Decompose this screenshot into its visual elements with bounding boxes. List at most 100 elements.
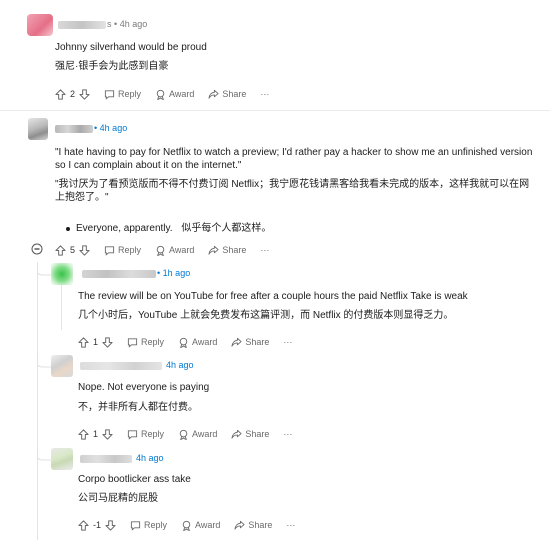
avatar[interactable] [51, 355, 73, 377]
more-options-button[interactable]: ··· [260, 245, 269, 255]
downvote-icon[interactable] [102, 336, 113, 348]
username-blurred[interactable] [82, 270, 156, 278]
downvote-icon[interactable] [105, 519, 116, 531]
award-icon [155, 245, 166, 256]
timestamp[interactable]: 1h ago [163, 268, 191, 278]
reply-button[interactable]: Reply [104, 89, 141, 100]
reply-label: Reply [141, 429, 165, 439]
more-options-button[interactable]: ··· [260, 89, 269, 99]
thread-connector [37, 262, 51, 461]
vote-count: 5 [70, 245, 76, 255]
downvote-icon[interactable] [102, 428, 113, 440]
bullet-text-zh: 似乎每个人都这样。 [181, 223, 272, 234]
award-icon [178, 429, 189, 440]
share-button[interactable]: Share [208, 89, 246, 100]
upvote-icon[interactable] [55, 244, 66, 256]
vote-group: 5 [55, 244, 90, 256]
avatar[interactable] [51, 448, 73, 470]
bullet-text-en: Everyone, apparently. [76, 223, 173, 234]
avatar[interactable] [27, 14, 53, 36]
comment-meta: • 1h ago [157, 268, 190, 278]
comment-text-en: "I hate having to pay for Netflix to wat… [55, 147, 533, 171]
comment-actions: 2 Reply Award Share ··· [55, 87, 283, 101]
award-label: Award [169, 245, 195, 255]
comment-text-en: Nope. Not everyone is paying [78, 382, 210, 393]
vote-count: -1 [93, 520, 102, 530]
vote-count: 1 [93, 429, 99, 439]
username-blurred[interactable] [80, 362, 162, 370]
award-button[interactable]: Award [178, 337, 217, 348]
username-blurred[interactable] [80, 455, 132, 463]
downvote-icon[interactable] [79, 244, 90, 256]
award-label: Award [192, 337, 218, 347]
share-icon [231, 337, 242, 348]
avatar[interactable] [51, 263, 73, 285]
comment-text-zh: 几个小时后，YouTube 上就会免费发布这篇评测，而 Netflix 的付费版… [78, 310, 454, 321]
share-icon [234, 520, 245, 531]
timestamp[interactable]: 4h ago [120, 19, 148, 29]
share-button[interactable]: Share [231, 429, 269, 440]
comment-meta: 4h ago [166, 360, 194, 370]
reply-icon [127, 337, 138, 348]
share-button[interactable]: Share [208, 245, 246, 256]
upvote-icon[interactable] [78, 336, 89, 348]
username-blurred[interactable] [55, 125, 93, 133]
award-label: Award [192, 429, 218, 439]
reply-button[interactable]: Reply [127, 337, 164, 348]
vote-count: 2 [70, 89, 76, 99]
reply-icon [127, 429, 138, 440]
share-label: Share [222, 245, 247, 255]
reply-label: Reply [144, 520, 168, 530]
collapse-thread-icon[interactable] [31, 243, 43, 255]
comment-actions: 1 Reply Award Share ··· [78, 335, 306, 349]
comment-text-en: Johnny silverhand would be proud [55, 42, 207, 53]
award-button[interactable]: Award [181, 520, 220, 531]
downvote-icon[interactable] [79, 88, 90, 100]
award-label: Award [195, 520, 221, 530]
award-label: Award [169, 89, 195, 99]
share-label: Share [222, 89, 247, 99]
reply-icon [130, 520, 141, 531]
reply-button[interactable]: Reply [104, 245, 141, 256]
comment-actions: -1 Reply Award Share ··· [78, 518, 309, 532]
username-blurred[interactable] [58, 21, 106, 29]
comment-text-en: The review will be on YouTube for free a… [78, 291, 468, 302]
timestamp[interactable]: 4h ago [136, 453, 164, 463]
more-options-button[interactable]: ··· [286, 520, 295, 530]
reply-icon [104, 245, 115, 256]
timestamp[interactable]: 4h ago [166, 360, 194, 370]
timestamp[interactable]: 4h ago [100, 123, 128, 133]
comment-meta: 4h ago [136, 453, 164, 463]
comment-actions: 5 Reply Award Share ··· [55, 243, 283, 257]
reply-label: Reply [118, 245, 142, 255]
upvote-icon[interactable] [55, 88, 66, 100]
vote-group: 1 [78, 428, 113, 440]
reply-icon [104, 89, 115, 100]
reply-label: Reply [118, 89, 142, 99]
more-options-button[interactable]: ··· [283, 337, 292, 347]
more-icon: ··· [286, 520, 296, 530]
meta-dot: • [114, 19, 118, 29]
upvote-icon[interactable] [78, 428, 89, 440]
award-icon [155, 89, 166, 100]
share-icon [208, 89, 219, 100]
share-button[interactable]: Share [234, 520, 272, 531]
share-icon [231, 429, 242, 440]
upvote-icon[interactable] [78, 519, 89, 531]
bullet-point [66, 227, 70, 231]
reply-button[interactable]: Reply [130, 520, 167, 531]
more-options-button[interactable]: ··· [283, 429, 292, 439]
avatar[interactable] [28, 118, 48, 140]
comment-text-zh: 公司马屁精的屁股 [78, 493, 158, 504]
username-suffix[interactable]: s [107, 19, 112, 29]
vote-group: -1 [78, 519, 116, 531]
award-button[interactable]: Award [178, 429, 217, 440]
more-icon: ··· [260, 245, 270, 255]
reply-button[interactable]: Reply [127, 429, 164, 440]
share-button[interactable]: Share [231, 337, 269, 348]
comment-actions: 1 Reply Award Share ··· [78, 427, 306, 441]
more-icon: ··· [283, 337, 293, 347]
award-button[interactable]: Award [155, 89, 194, 100]
award-button[interactable]: Award [155, 245, 194, 256]
meta-dot: • [157, 268, 161, 278]
